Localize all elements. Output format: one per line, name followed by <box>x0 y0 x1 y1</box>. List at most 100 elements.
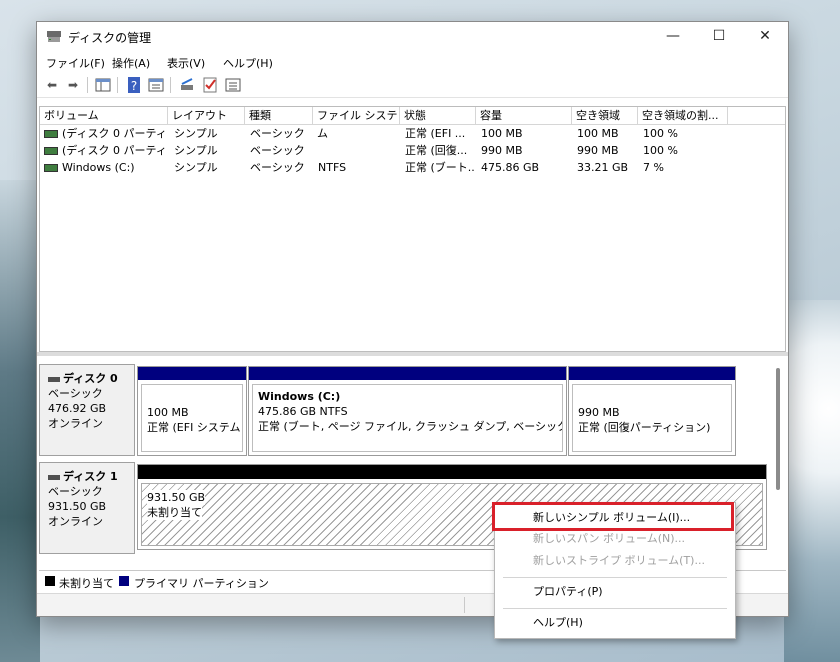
filesystem-cell: NTFS <box>318 161 347 174</box>
partition-bar <box>249 367 566 380</box>
layout-cell: シンプル <box>174 144 218 157</box>
title-bar: ディスクの管理 — ☐ ✕ <box>37 22 788 50</box>
forward-arrow-icon[interactable]: ➡ <box>64 76 82 94</box>
volume-name: (ディスク 0 パーティシ... <box>62 127 166 140</box>
volume-icon <box>44 164 58 172</box>
disk-1-size: 931.50 GB <box>48 500 107 513</box>
disk-0-size: 476.92 GB <box>48 402 107 415</box>
type-cell: ベーシック <box>250 161 305 174</box>
column-header-capacity[interactable]: 容量 <box>476 107 572 125</box>
partition-size: 475.86 GB NTFS <box>258 405 348 418</box>
column-header-type[interactable]: 種類 <box>245 107 313 125</box>
legend-primary-label: プライマリ パーティション <box>134 577 269 590</box>
capacity-cell: 475.86 GB <box>481 161 540 174</box>
column-header-free-percent[interactable]: 空き領域の割... <box>638 107 728 125</box>
partition-status: 正常 (ブート, ページ ファイル, クラッシュ ダンプ, ベーシック データ … <box>258 420 563 433</box>
column-header-free-space[interactable]: 空き領域 <box>572 107 638 125</box>
desktop-wallpaper-right <box>784 300 840 662</box>
toolbar-separator <box>170 77 171 93</box>
menu-item-new-spanned-volume[interactable]: 新しいスパン ボリューム(N)... <box>495 528 735 550</box>
free-space-cell: 33.21 GB <box>577 161 629 174</box>
volume-icon <box>44 130 58 138</box>
volume-icon <box>44 147 58 155</box>
disk-1-label[interactable]: ディスク 1 ベーシック 931.50 GB オンライン <box>39 462 135 554</box>
menu-separator <box>503 577 727 578</box>
disk-0-label[interactable]: ディスク 0 ベーシック 476.92 GB オンライン <box>39 364 135 456</box>
menu-file[interactable]: ファイル(F) <box>46 55 105 71</box>
back-arrow-icon[interactable]: ⬅ <box>43 76 61 94</box>
partition-windows-c[interactable]: Windows (C:) 475.86 GB NTFS 正常 (ブート, ページ… <box>248 366 567 456</box>
menu-separator <box>503 608 727 609</box>
menu-action[interactable]: 操作(A) <box>112 55 150 71</box>
column-header-layout[interactable]: レイアウト <box>168 107 245 125</box>
unallocated-size: 931.50 GB <box>147 490 206 505</box>
partition-size: 100 MB <box>147 406 189 419</box>
partition-status: 正常 (EFI システム パ <box>147 421 242 434</box>
legend-primary-swatch <box>119 576 129 586</box>
status-cell: 正常 (EFI ... <box>405 127 466 140</box>
maximize-button[interactable]: ☐ <box>696 22 742 50</box>
layout-cell: シンプル <box>174 161 218 174</box>
layout-cell: シンプル <box>174 127 218 140</box>
free-space-cell: 990 MB <box>577 144 619 157</box>
partition-recovery[interactable]: 990 MB 正常 (回復パーティション) <box>568 366 736 456</box>
menu-bar: ファイル(F) 操作(A) 表示(V) ヘルプ(H) <box>37 51 788 71</box>
partition-size: 990 MB <box>578 406 620 419</box>
disk-0-title: ディスク 0 <box>63 372 118 385</box>
menu-item-properties[interactable]: プロパティ(P) <box>495 581 735 603</box>
minimize-button[interactable]: — <box>650 22 696 50</box>
capacity-cell: 990 MB <box>481 144 523 157</box>
partition-bar <box>569 367 735 380</box>
toolbar-separator <box>87 77 88 93</box>
partition-status: 正常 (回復パーティション) <box>578 421 711 434</box>
column-header-filler <box>728 107 785 125</box>
capacity-cell: 100 MB <box>481 127 523 140</box>
disk-1-status: オンライン <box>48 515 103 528</box>
disk-1-type: ベーシック <box>48 485 103 498</box>
type-cell: ベーシック <box>250 144 305 157</box>
highlight-annotation-box <box>492 502 734 531</box>
type-cell: ベーシック <box>250 127 305 140</box>
status-cell: 正常 (回復... <box>405 144 468 157</box>
legend-unallocated-label: 未割り当て <box>59 577 114 590</box>
check-icon[interactable] <box>201 76 219 94</box>
properties-icon[interactable] <box>147 76 165 94</box>
svg-text:?: ? <box>131 79 137 93</box>
column-header-volume[interactable]: ボリューム <box>40 107 168 125</box>
volume-list: ボリューム レイアウト 種類 ファイル システム 状態 容量 空き領域 空き領域… <box>39 106 786 352</box>
disk-management-app-icon <box>47 31 61 42</box>
menu-item-help[interactable]: ヘルプ(H) <box>495 612 735 634</box>
free-percent-cell: 100 % <box>643 127 678 140</box>
menu-item-new-striped-volume[interactable]: 新しいストライプ ボリューム(T)... <box>495 550 735 572</box>
window-title: ディスクの管理 <box>68 31 152 45</box>
console-tree-icon[interactable] <box>94 76 112 94</box>
status-divider <box>464 597 465 613</box>
desktop-wallpaper-left <box>0 180 40 662</box>
disk-0-status: オンライン <box>48 417 103 430</box>
column-header-status[interactable]: 状態 <box>400 107 476 125</box>
partition-bar <box>138 367 246 380</box>
help-icon[interactable]: ? <box>125 76 143 94</box>
volume-name: (ディスク 0 パーティシ... <box>62 144 166 157</box>
list-icon[interactable] <box>224 76 242 94</box>
column-header-filesystem[interactable]: ファイル システム <box>313 107 400 140</box>
toolbar-separator <box>117 77 118 93</box>
free-space-cell: 100 MB <box>577 127 619 140</box>
disk-1-title: ディスク 1 <box>63 470 118 483</box>
free-percent-cell: 100 % <box>643 144 678 157</box>
vertical-scrollbar[interactable] <box>776 368 780 490</box>
unallocated-bar <box>138 465 766 479</box>
menu-view[interactable]: 表示(V) <box>167 55 205 71</box>
close-button[interactable]: ✕ <box>742 22 788 50</box>
volume-name: Windows (C:) <box>62 161 135 174</box>
legend-unallocated-swatch <box>45 576 55 586</box>
connect-icon[interactable] <box>178 76 196 94</box>
menu-help[interactable]: ヘルプ(H) <box>223 55 273 71</box>
partition-efi[interactable]: 100 MB 正常 (EFI システム パ <box>137 366 247 456</box>
partition-name: Windows (C:) <box>258 390 341 403</box>
status-cell: 正常 (ブート... <box>405 161 475 174</box>
disk-icon <box>48 376 60 382</box>
free-percent-cell: 7 % <box>643 161 664 174</box>
toolbar: ⬅ ➡ ? <box>37 73 788 98</box>
unallocated-label: 未割り当て <box>147 505 202 520</box>
